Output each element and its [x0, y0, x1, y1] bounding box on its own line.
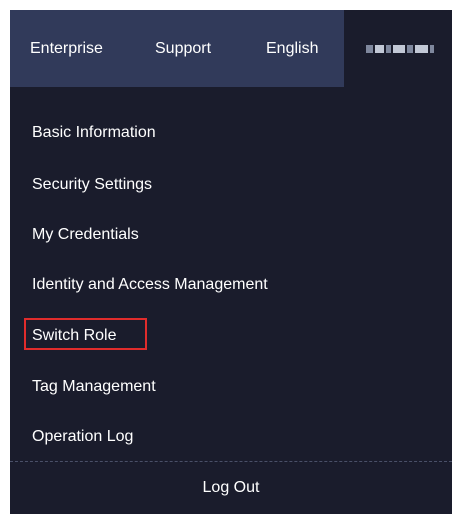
menu-item-switch-role[interactable]: Switch Role	[24, 318, 147, 350]
nav-support[interactable]: Support	[155, 10, 211, 87]
menu-item-tag-management[interactable]: Tag Management	[32, 373, 156, 401]
masked-username	[366, 44, 435, 54]
user-account-button[interactable]	[344, 10, 452, 87]
menu-item-my-credentials[interactable]: My Credentials	[32, 221, 139, 249]
nav-enterprise[interactable]: Enterprise	[30, 10, 103, 87]
nav-language-english[interactable]: English	[266, 10, 318, 87]
account-dropdown: Enterprise Support English Basic Informa…	[10, 10, 452, 514]
menu-item-identity-access-management[interactable]: Identity and Access Management	[32, 271, 268, 299]
menu-item-operation-log[interactable]: Operation Log	[32, 423, 133, 451]
top-navigation-bar: Enterprise Support English	[10, 10, 452, 87]
logout-button[interactable]: Log Out	[10, 462, 452, 514]
menu-item-basic-information[interactable]: Basic Information	[32, 119, 156, 147]
menu-item-security-settings[interactable]: Security Settings	[32, 171, 152, 199]
